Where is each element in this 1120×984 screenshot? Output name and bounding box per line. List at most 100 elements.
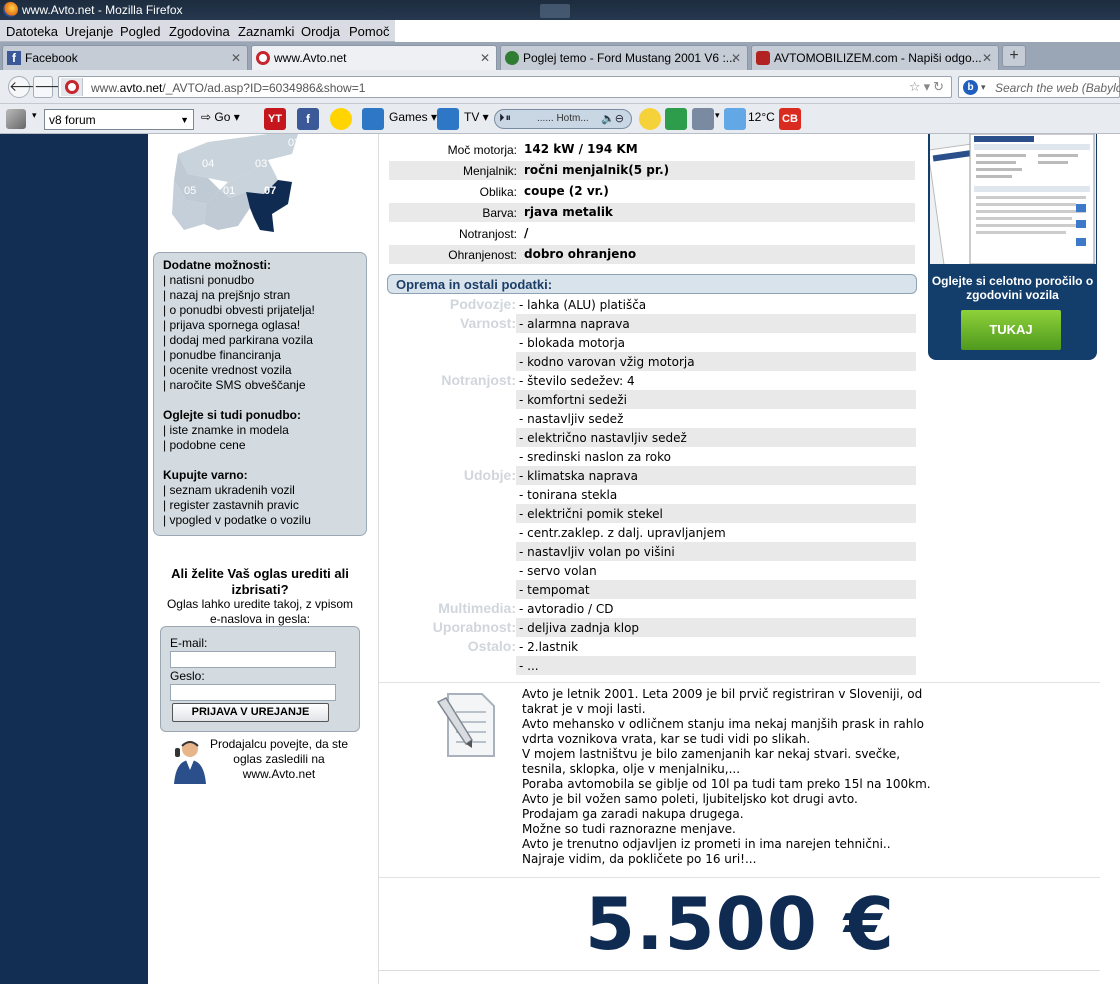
tab-avto-net[interactable]: www.Avto.net ✕ (251, 45, 497, 70)
option-link[interactable]: | podobne cene (163, 438, 357, 453)
option-link[interactable]: | prijava spornega oglasa! (163, 318, 357, 333)
equipment-item: - električni pomik stekel (516, 504, 916, 523)
tv-menu[interactable]: TV ▾ (464, 110, 489, 124)
pacman-icon[interactable] (330, 108, 352, 130)
toolbar-logo-icon[interactable] (6, 109, 26, 129)
option-link[interactable]: | ponudbe financiranja (163, 348, 357, 363)
option-link[interactable]: | o ponudbi obvesti prijatelja! (163, 303, 357, 318)
toolbar-search-select[interactable]: v8 forum ▼ (44, 109, 194, 130)
spec-row: Oblika: coupe (2 vr.) (479, 184, 609, 199)
forum-icon (505, 51, 519, 65)
option-link[interactable]: | naročite SMS obveščanje (163, 378, 357, 393)
equipment-category: Ostalo: (467, 638, 516, 654)
facebook-icon[interactable]: f (297, 108, 319, 130)
equipment-item: - klimatska naprava (516, 466, 916, 485)
go-arrow-icon: ⇨ (201, 110, 212, 124)
option-link[interactable]: | dodaj med parkirana vozila (163, 333, 357, 348)
volume-icon[interactable]: 🔈⊖ (601, 112, 624, 125)
password-label: Geslo: (170, 669, 205, 683)
game-icon[interactable] (362, 108, 384, 130)
tab-avtomobilizem[interactable]: AVTOMOBILIZEM.com - Napiši odgo... ✕ (751, 45, 999, 70)
options-heading: Oglejte si tudi ponudbo: (163, 408, 301, 422)
babylon-icon[interactable]: b (963, 80, 978, 95)
tv-icon[interactable] (437, 108, 459, 130)
option-link[interactable]: | vpogled v podatke o vozilu (163, 513, 357, 528)
back-button[interactable]: 🡐 (8, 76, 47, 98)
region-04-label: 04 (202, 158, 214, 170)
chat-icon[interactable] (639, 108, 661, 130)
car-icon (756, 51, 770, 65)
menu-zaznamki[interactable]: Zaznamki (238, 24, 294, 39)
option-link[interactable]: | seznam ukradenih vozil (163, 483, 357, 498)
price-divider (379, 970, 1100, 971)
options-panel: Dodatne možnosti: | natisni ponudbo | na… (153, 252, 367, 536)
equipment-item: - število sedežev: 4 (519, 374, 635, 388)
equipment-item: - 2.lastnik (519, 640, 579, 654)
tab-label: Poglej temo - Ford Mustang 2001 V6 :... (523, 51, 736, 65)
search-bar[interactable]: b ▾ Search the web (Babylon) (958, 76, 1120, 98)
description-line: Avto je trenutno odjavljen iz prometi in… (522, 837, 891, 851)
description-line: tesnila, sklopka, olje v menjalniku,... (522, 762, 741, 776)
option-link[interactable]: | register zastavnih pravic (163, 498, 357, 513)
description-line: Avto mehansko v odličnem stanju ima neka… (522, 717, 924, 731)
region-01-label: 01 (223, 185, 235, 197)
description-line: takrat je v moji lasti. (522, 702, 646, 716)
site-identity-icon[interactable] (61, 78, 83, 96)
report-preview-image (930, 134, 1096, 264)
edit-ad-heading: Ali želite Vaš oglas urediti ali izbrisa… (171, 566, 349, 597)
password-field[interactable] (170, 684, 336, 701)
tab-ford-mustang[interactable]: Poglej temo - Ford Mustang 2001 V6 :... … (500, 45, 748, 70)
play-icon[interactable]: ⏵⏸ (499, 112, 512, 125)
agent-icon (174, 741, 206, 784)
banner-text: Oglejte si celotno poročilo o zgodovini … (931, 274, 1094, 302)
region-02-shape[interactable] (178, 134, 298, 182)
option-link[interactable]: | nazaj na prejšnjo stran (163, 288, 357, 303)
calendar-icon[interactable] (665, 108, 687, 130)
close-icon[interactable]: ✕ (982, 51, 992, 65)
menu-urejanje[interactable]: Urejanje (65, 24, 113, 39)
equipment-item: - tonirana stekla (519, 488, 618, 502)
mail-icon[interactable] (692, 108, 714, 130)
cb-icon[interactable]: CB (779, 108, 801, 130)
description-line: Poraba avtomobila se giblje od 10l pa tu… (522, 777, 931, 791)
option-link[interactable]: | natisni ponudbo (163, 273, 357, 288)
menu-zgodovina[interactable]: Zgodovina (169, 24, 230, 39)
chevron-down-icon[interactable]: ▾ (981, 82, 986, 93)
address-bar[interactable]: www.avto.net/_AVTO/ad.asp?ID=6034986&sho… (58, 76, 952, 98)
description-text: Avto je letnik 2001. Leta 2009 je bil pr… (522, 687, 931, 867)
close-icon[interactable]: ✕ (480, 51, 490, 65)
chevron-down-icon[interactable]: ▾ (715, 110, 720, 121)
description-line: Možne so tudi raznorazne menjave. (522, 822, 736, 836)
login-button[interactable]: PRIJAVA V UREJANJE (172, 703, 329, 722)
menu-pomoc[interactable]: Pomoč (349, 24, 389, 39)
close-icon[interactable]: ✕ (231, 51, 241, 65)
option-link[interactable]: | ocenite vrednost vozila (163, 363, 357, 378)
email-field[interactable] (170, 651, 336, 668)
price: 5.500 € (585, 882, 895, 966)
games-menu[interactable]: Games ▾ (389, 110, 437, 124)
tukaj-button[interactable]: TUKAJ (961, 310, 1061, 350)
equipment-category: Uporabnost: (432, 619, 516, 635)
options-heading: Dodatne možnosti: (163, 258, 271, 272)
slovenia-region-map[interactable]: 02 04 03 05 01 07 (168, 134, 300, 238)
youtube-icon[interactable]: YT (264, 108, 286, 130)
equipment-item: - blokada motorja (519, 336, 626, 350)
menu-datoteka[interactable]: Datoteka (6, 24, 58, 39)
forward-button[interactable]: 🡒 (33, 76, 72, 98)
chevron-down-icon[interactable]: ▾ (32, 110, 37, 121)
temperature[interactable]: 12°C (748, 110, 775, 124)
close-icon[interactable]: ✕ (731, 51, 741, 65)
equipment-heading: Oprema in ostali podatki: (387, 274, 917, 294)
equipment-category: Multimedia: (438, 600, 516, 616)
menu-orodja[interactable]: Orodja (301, 24, 340, 39)
menu-pogled[interactable]: Pogled (120, 24, 160, 39)
weather-icon[interactable] (724, 108, 746, 130)
email-label: E-mail: (170, 636, 208, 650)
option-link[interactable]: | iste znamke in modela (163, 423, 357, 438)
radio-player[interactable]: ⏵⏸ ...... Hotm... 🔈⊖ (494, 109, 632, 129)
new-tab-button[interactable]: + (1002, 45, 1026, 67)
go-button[interactable]: ⇨ Go ▾ (201, 110, 240, 124)
description-line: Avto je bil vožen samo poleti, ljubitelj… (522, 792, 858, 806)
tab-facebook[interactable]: f Facebook ✕ (2, 45, 248, 70)
star-icon[interactable]: ☆▾↻ (909, 79, 947, 95)
